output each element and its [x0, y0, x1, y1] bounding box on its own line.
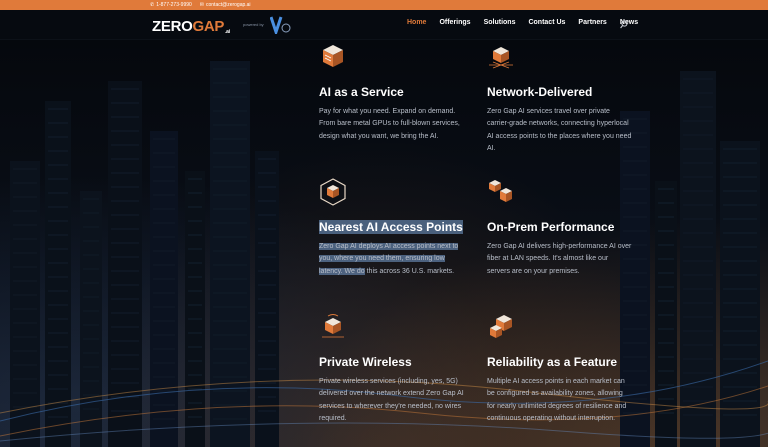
nav-offerings[interactable]: Offerings [439, 19, 470, 26]
feature-reliability-as-a-feature: Reliability as a Feature Multiple AI acc… [487, 313, 632, 426]
skyline-building [108, 81, 142, 447]
feature-body: Private wireless services (including, ye… [319, 378, 464, 423]
feature-title: On-Prem Performance [487, 220, 615, 234]
main-nav: Home Offerings Solutions Contact Us Part… [407, 19, 651, 26]
nav-contact-us[interactable]: Contact Us [528, 19, 565, 26]
feature-on-prem-performance: On-Prem Performance Zero Gap AI delivers… [487, 178, 632, 278]
contact-topbar: ✆ 1-877-273-9990 ✉ contact@zerogap.ai [0, 0, 768, 10]
feature-title: Nearest AI Access Points [319, 220, 464, 234]
selected-title: Nearest AI Access Points [319, 220, 463, 234]
skyline-building [680, 71, 716, 447]
phone-number: 1-877-273-9990 [156, 2, 192, 8]
powered-by-label: powered by [243, 22, 264, 27]
phone-link[interactable]: ✆ 1-877-273-9990 [150, 2, 192, 8]
nav-home[interactable]: Home [407, 19, 426, 26]
feature-body: Multiple AI access points in each market… [487, 378, 627, 423]
server-rack-icon [323, 45, 343, 67]
phone-icon: ✆ [150, 2, 155, 8]
partner-logo[interactable] [269, 16, 294, 39]
feature-nearest-ai-access-points: Nearest AI Access Points Zero Gap AI dep… [319, 178, 464, 278]
feature-network-delivered: Network-Delivered Zero Gap AI services t… [487, 43, 632, 156]
logo-suffix: .ai [225, 29, 230, 35]
skyline-building [185, 171, 205, 447]
feature-title: Private Wireless [319, 355, 412, 369]
feature-title: Reliability as a Feature [487, 355, 618, 369]
feature-body: Zero Gap AI services travel over private… [487, 108, 632, 153]
nav-solutions[interactable]: Solutions [484, 19, 516, 26]
feature-private-wireless: Private Wireless Private wireless servic… [319, 313, 464, 426]
wireless-cube-icon [322, 314, 344, 338]
email-address: contact@zerogap.ai [206, 2, 251, 8]
redundant-cubes-icon [490, 315, 512, 338]
hexagon-cube-icon [320, 178, 346, 206]
logo-word-zero: ZERO [152, 18, 193, 35]
logo-word-gap: GAP [192, 18, 225, 35]
feature-title: AI as a Service [319, 85, 404, 99]
zerogap-logo[interactable]: ZEROGAP.ai [152, 18, 230, 35]
feature-body: Zero Gap AI deploys AI access points nex… [319, 241, 464, 278]
stacked-cubes-icon [489, 180, 512, 202]
nav-partners[interactable]: Partners [578, 19, 606, 26]
skyline-building [80, 191, 102, 447]
unselected-text: this across 36 U.S. markets. [364, 267, 455, 275]
email-link[interactable]: ✉ contact@zerogap.ai [200, 2, 251, 8]
feature-body: Pay for what you need. Expand on demand.… [319, 108, 460, 140]
skyline-building [45, 101, 71, 447]
search-icon[interactable] [620, 20, 628, 29]
envelope-icon: ✉ [199, 2, 204, 8]
skyline-building [655, 181, 677, 447]
feature-body: Zero Gap AI delivers high-performance AI… [487, 243, 632, 275]
network-nodes-icon [489, 47, 513, 69]
site-header: ZEROGAP.ai powered by Home Offerings Sol… [0, 10, 768, 40]
partner-logo-icon [269, 16, 291, 37]
feature-ai-as-a-service: AI as a Service Pay for what you need. E… [319, 43, 464, 143]
skyline-building [150, 131, 178, 447]
feature-title: Network-Delivered [487, 85, 593, 99]
skyline-building [10, 161, 40, 447]
